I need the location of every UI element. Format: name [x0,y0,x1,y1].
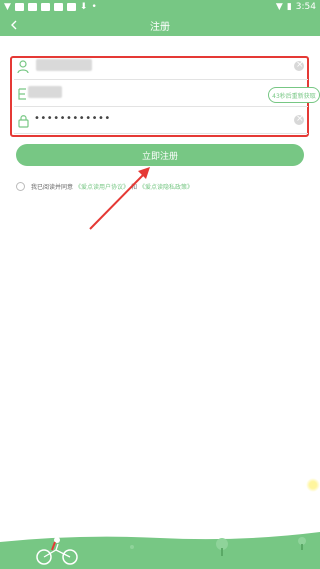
lock-icon [18,115,29,128]
agreement-prefix: 我已阅读并同意 [31,183,74,191]
clear-icon[interactable] [294,60,304,71]
app-notification-icon [53,3,63,11]
username-field[interactable] [14,55,308,80]
username-value-redacted [36,59,92,71]
back-button[interactable] [6,17,22,33]
bottom-landscape-illustration [0,532,320,569]
agreement-row: 我已阅读并同意 《爱点读用户协议》 和 《爱点读隐私政策》 [16,180,195,192]
get-code-button[interactable]: 43秒后重新获取 [268,87,320,103]
download-arrow-icon: ⬇ [79,2,88,12]
status-bar: ▼ ⬇ • ▼ ▮ 3:54 [0,0,320,14]
password-field[interactable]: •••••••••••• [14,109,308,134]
light-glow-decoration [306,478,320,492]
user-agreement-link[interactable]: 《爱点读用户协议》 [75,182,129,191]
download-icon: ▼ [4,2,11,12]
register-button[interactable]: 立即注册 [16,144,304,166]
app-notification-icon [40,3,50,11]
notification-icons: ▼ ⬇ • [0,2,97,12]
chevron-left-icon [11,20,17,30]
user-icon [17,60,29,74]
password-value: •••••••••••• [34,113,111,124]
battery-icon: ▮ [286,2,292,12]
clear-icon[interactable] [294,114,304,125]
agreement-checkbox[interactable] [16,181,25,191]
app-notification-icon [66,3,76,11]
privacy-policy-link[interactable]: 《爱点读隐私政策》 [139,182,193,191]
wifi-icon: ▼ [275,2,283,12]
app-bar: 注册 [0,14,320,36]
app-notification-icon [27,3,37,11]
page-title: 注册 [150,21,170,33]
email-value-redacted [28,86,62,98]
status-time: 3:54 [295,2,316,12]
agreement-and: 和 [131,183,138,191]
email-field[interactable]: 43秒后重新获取 [14,82,320,107]
app-notification-icon [14,3,24,11]
more-dot-icon: • [91,2,97,12]
